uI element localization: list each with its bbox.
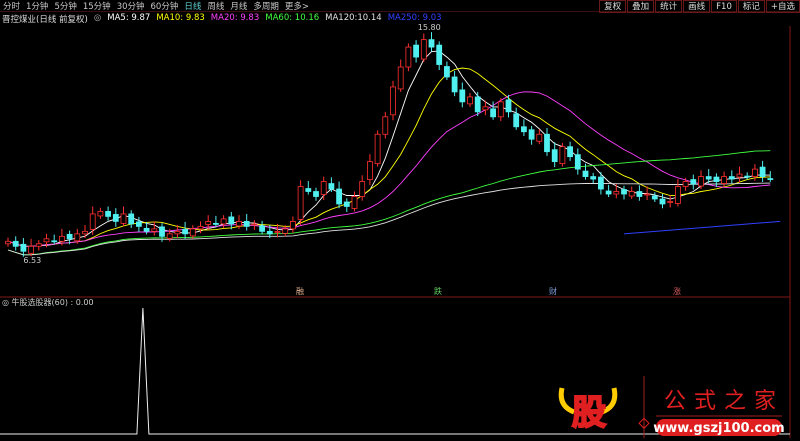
candle — [35, 240, 42, 251]
candle — [5, 237, 11, 247]
candle — [336, 181, 343, 209]
candle — [413, 40, 420, 63]
settings-icon[interactable]: ◎ — [2, 298, 12, 307]
candle — [305, 181, 312, 195]
candle — [128, 210, 135, 229]
candle — [289, 216, 296, 234]
candle — [228, 211, 235, 230]
candle — [12, 236, 19, 251]
candle — [675, 179, 681, 207]
candle — [390, 80, 396, 121]
candle — [320, 176, 327, 200]
candle — [628, 186, 635, 199]
candle — [428, 32, 435, 52]
candle — [605, 184, 612, 197]
svg-text:公式之家: 公式之家 — [664, 389, 784, 414]
candle — [690, 174, 697, 190]
candle — [621, 185, 627, 200]
candle — [451, 70, 458, 97]
indicator-label: ◎ 牛股选股器(60) : 0.00 — [2, 297, 94, 308]
candle — [313, 187, 319, 201]
candle — [744, 172, 751, 180]
candle — [590, 172, 597, 184]
candle — [698, 170, 704, 190]
candle — [544, 128, 550, 156]
candle — [436, 41, 443, 71]
candle — [513, 107, 520, 130]
candle — [636, 185, 643, 201]
candle — [728, 170, 735, 184]
event-marker[interactable]: 融 — [296, 286, 304, 296]
event-marker[interactable]: 跌 — [434, 286, 442, 296]
candle — [212, 215, 219, 227]
candle — [420, 33, 427, 63]
candle — [220, 215, 227, 229]
candle — [536, 129, 543, 145]
candle — [528, 126, 535, 145]
candle — [243, 213, 250, 231]
event-marker[interactable]: 财 — [549, 286, 557, 296]
candle — [182, 221, 189, 240]
candle — [382, 111, 389, 139]
ma250-line — [623, 220, 781, 235]
candle — [574, 148, 581, 175]
candle — [282, 225, 289, 237]
candle — [521, 119, 527, 136]
svg-text:股: 股 — [572, 393, 606, 433]
ma60-line — [7, 150, 771, 256]
candle — [713, 173, 720, 188]
candle — [497, 98, 504, 122]
watermark-logo: 股 公式之家 www.gszj100.com — [556, 376, 786, 438]
candle — [405, 43, 412, 72]
candle — [567, 141, 573, 161]
candle — [443, 61, 450, 80]
candle — [97, 207, 104, 219]
candle — [259, 220, 266, 235]
candle — [51, 234, 58, 245]
candle — [467, 93, 473, 107]
candle — [343, 198, 350, 212]
event-marker[interactable]: 涨 — [673, 286, 681, 296]
candle — [112, 208, 119, 227]
candle — [151, 221, 158, 236]
candle — [474, 91, 481, 117]
svg-text:www.gszj100.com: www.gszj100.com — [653, 421, 784, 436]
candle — [135, 216, 142, 232]
candle — [251, 220, 258, 230]
candle — [505, 94, 512, 118]
candle — [559, 142, 566, 167]
candle — [82, 225, 88, 239]
candle — [351, 191, 358, 212]
candle — [366, 154, 373, 186]
candle — [89, 206, 96, 235]
candle — [459, 82, 466, 108]
candle — [28, 238, 35, 257]
candle — [105, 206, 111, 221]
candle — [397, 59, 404, 92]
candle — [374, 130, 381, 167]
low-price-label: 6.53 — [23, 256, 41, 265]
kline-chart: 15.80 6.53 融 跌 财 涨 — [0, 23, 791, 438]
candle — [120, 206, 127, 227]
candle — [297, 180, 304, 225]
candle — [651, 192, 658, 202]
candle — [667, 195, 674, 208]
candle — [759, 160, 766, 183]
indicator-value: 牛股选股器(60) : 0.00 — [11, 298, 94, 307]
high-price-label: 15.80 — [418, 23, 441, 32]
candle — [736, 166, 743, 183]
candle — [613, 184, 620, 199]
candle — [551, 142, 558, 168]
